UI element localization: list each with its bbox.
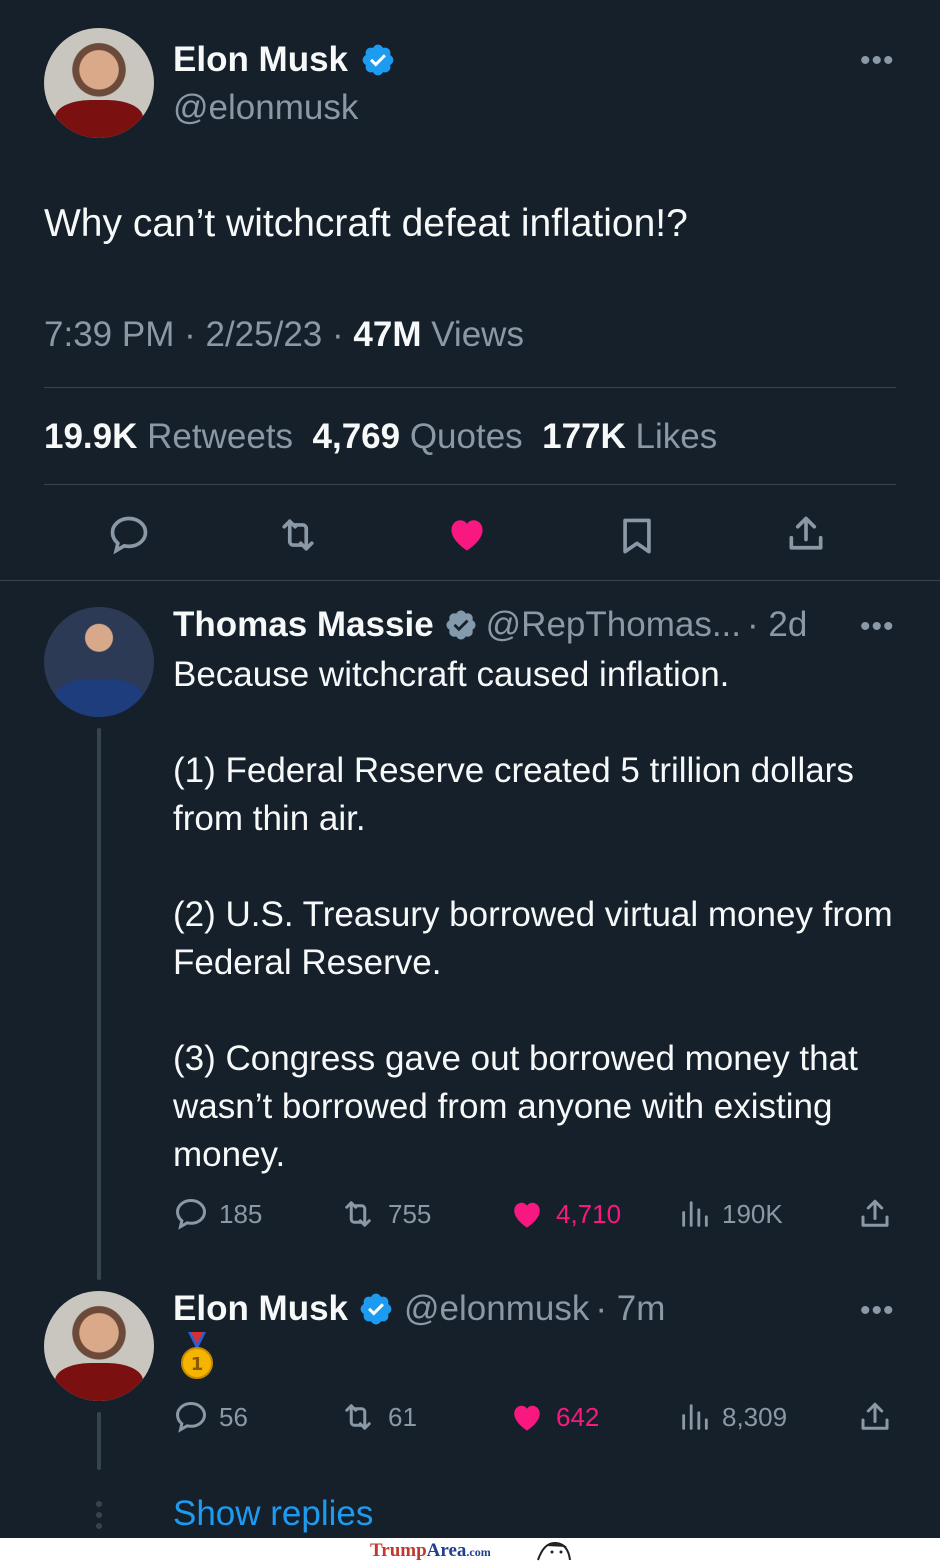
thread-line <box>97 728 101 1280</box>
author-handle[interactable]: @elonmusk <box>404 1289 589 1329</box>
reply-button[interactable]: 56 <box>173 1399 248 1435</box>
retweet-count: 755 <box>388 1198 432 1229</box>
retweet-icon <box>345 1201 371 1227</box>
reply-age: · 2d <box>747 605 808 644</box>
retweet-count: 61 <box>388 1401 417 1432</box>
caricature-logo-icon <box>537 1541 571 1561</box>
reply-icon <box>175 1401 207 1433</box>
tweet-text: Why can’t witchcraft defeat inflation!? <box>44 202 688 245</box>
verified-badge-icon <box>446 610 476 640</box>
more-options-icon[interactable]: ••• <box>860 1296 895 1326</box>
retweets-label: Retweets <box>147 417 294 456</box>
divider <box>44 387 896 388</box>
views-button[interactable]: 190K <box>678 1196 783 1232</box>
views-chart-icon <box>682 1201 708 1227</box>
retweets-stat[interactable]: 19.9K Retweets <box>44 417 293 456</box>
watermark-brand-area: Area <box>426 1540 467 1561</box>
like-heart-icon[interactable] <box>444 512 490 556</box>
quotes-stat[interactable]: 4,769 Quotes <box>313 417 523 456</box>
likes-count: 177K <box>542 417 626 456</box>
author-name[interactable]: Elon Musk <box>173 40 348 80</box>
retweet-icon <box>345 1404 371 1430</box>
more-options-icon[interactable]: ••• <box>860 612 895 642</box>
vertical-dots-icon <box>96 1501 102 1529</box>
watermark-footer: TrumpArea.com <box>0 1538 940 1562</box>
verified-badge-icon <box>360 1293 392 1325</box>
first-place-medal-icon: 1 <box>181 1332 213 1379</box>
thread-line <box>97 1412 101 1470</box>
like-heart-icon <box>514 1202 540 1228</box>
avatar[interactable] <box>44 1291 154 1401</box>
author-name[interactable]: Thomas Massie <box>173 605 434 645</box>
bookmark-icon[interactable] <box>615 513 659 559</box>
views-label: Views <box>431 315 524 354</box>
watermark-logo: TrumpArea.com <box>370 1540 491 1562</box>
watermark-brand-trump: Trump <box>370 1540 427 1561</box>
like-button[interactable]: 642 <box>508 1399 599 1435</box>
views-count: 190K <box>722 1198 783 1229</box>
views-button[interactable]: 8,309 <box>678 1399 787 1435</box>
reply-count: 56 <box>219 1401 248 1432</box>
like-count: 642 <box>556 1401 600 1432</box>
reply-text: 🥇 <box>180 1340 181 1341</box>
author-handle[interactable]: @elonmusk <box>173 88 358 128</box>
separator: · <box>184 315 196 354</box>
svg-text:1: 1 <box>191 1354 204 1375</box>
avatar[interactable] <box>44 28 154 138</box>
watermark-brand-com: .com <box>466 1545 491 1559</box>
quotes-label: Quotes <box>409 417 523 456</box>
divider <box>0 580 940 581</box>
retweet-icon[interactable] <box>275 513 321 557</box>
like-count: 4,710 <box>556 1198 622 1229</box>
more-options-icon[interactable]: ••• <box>860 46 895 76</box>
reply-button[interactable]: 185 <box>173 1196 262 1232</box>
show-replies-link[interactable]: Show replies <box>173 1494 373 1534</box>
reply-count: 185 <box>219 1198 263 1229</box>
avatar[interactable] <box>44 607 154 717</box>
reply-age: · 7m <box>595 1289 666 1328</box>
reply-icon[interactable] <box>107 513 151 557</box>
reply-icon <box>175 1198 207 1230</box>
verified-badge-icon <box>362 44 394 76</box>
engagement-stats: 19.9K Retweets 4,769 Quotes 177K Likes <box>44 417 717 457</box>
like-heart-icon <box>514 1405 540 1431</box>
divider <box>44 484 896 485</box>
retweets-count: 19.9K <box>44 417 138 456</box>
tweet-time: 7:39 PM <box>44 315 175 354</box>
reply-header: Thomas Massie @RepThomas... · 2d <box>173 605 807 645</box>
share-icon[interactable] <box>857 1399 893 1435</box>
author-handle[interactable]: @RepThomas... <box>486 605 741 645</box>
reply-text: Because witchcraft caused inflation. (1)… <box>173 655 893 1174</box>
views-count: 8,309 <box>722 1401 788 1432</box>
tweet-date: 2/25/23 <box>205 315 323 354</box>
tweet-meta: 7:39 PM · 2/25/23 · 47M Views <box>44 315 524 355</box>
likes-label: Likes <box>635 417 718 456</box>
share-icon[interactable] <box>857 1196 893 1232</box>
author-name[interactable]: Elon Musk <box>173 1289 348 1329</box>
separator: · <box>332 315 344 354</box>
likes-stat[interactable]: 177K Likes <box>542 417 717 456</box>
share-icon[interactable] <box>784 512 828 556</box>
views-chart-icon <box>682 1404 708 1430</box>
quotes-count: 4,769 <box>312 417 401 456</box>
reply-header: Elon Musk @elonmusk · 7m <box>173 1289 665 1329</box>
views-count: 47M <box>353 315 422 354</box>
retweet-button[interactable]: 61 <box>338 1399 417 1435</box>
like-button[interactable]: 4,710 <box>508 1196 621 1232</box>
retweet-button[interactable]: 755 <box>338 1196 431 1232</box>
